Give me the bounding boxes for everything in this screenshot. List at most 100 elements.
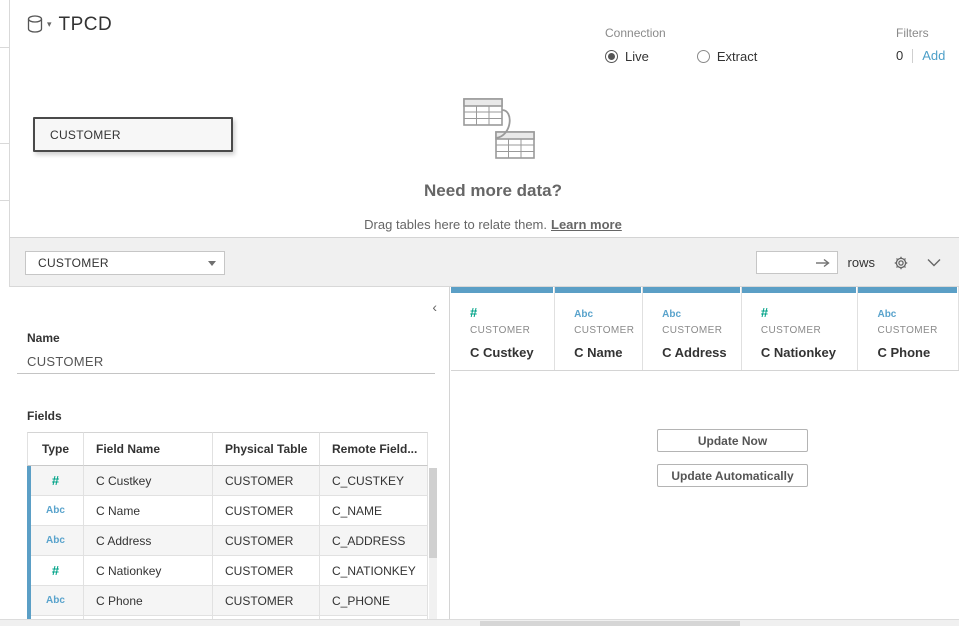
- column-table-label: CUSTOMER: [662, 325, 741, 336]
- column-table-label: CUSTOMER: [877, 325, 958, 336]
- field-name-cell: C Name: [84, 496, 213, 526]
- col-header-physical-table[interactable]: Physical Table: [213, 432, 320, 466]
- learn-more-link[interactable]: Learn more: [551, 217, 622, 232]
- gear-icon: [893, 255, 909, 271]
- column-field-label: C Nationkey: [761, 345, 858, 360]
- physical-table-cell: CUSTOMER: [213, 496, 320, 526]
- fields-table-scrollbar[interactable]: [429, 468, 437, 619]
- remote-field-cell: C_CUSTKEY: [320, 466, 428, 496]
- empty-state-title: Need more data?: [283, 181, 703, 201]
- table-row[interactable]: Abc C Address CUSTOMER C_ADDRESS: [27, 526, 428, 556]
- logical-table-customer[interactable]: CUSTOMER: [33, 117, 233, 152]
- datasource-header: ▾ TPCD: [27, 14, 112, 36]
- column-table-label: CUSTOMER: [761, 325, 858, 336]
- column-table-label: CUSTOMER: [574, 325, 642, 336]
- column-accent-bar: [858, 287, 957, 293]
- col-header-field-name[interactable]: Field Name: [84, 432, 213, 466]
- field-type-icon: #: [52, 563, 59, 578]
- filters-label: Filters: [896, 26, 945, 40]
- grid-column-header[interactable]: Abc CUSTOMER C Phone: [858, 287, 959, 370]
- col-header-type[interactable]: Type: [27, 432, 84, 466]
- fields-label: Fields: [27, 409, 62, 423]
- database-icon[interactable]: ▾: [27, 15, 52, 35]
- field-type-icon: Abc: [662, 309, 681, 320]
- field-name-cell: C Custkey: [84, 466, 213, 496]
- collapsed-connections-rail[interactable]: [0, 0, 10, 287]
- scrollbar-thumb[interactable]: [480, 621, 740, 626]
- physical-table-cell: CUSTOMER: [213, 556, 320, 586]
- table-select-dropdown[interactable]: CUSTOMER: [25, 251, 225, 275]
- relate-tables-icon: [440, 96, 540, 169]
- divider: [912, 49, 913, 63]
- radio-live-label: Live: [625, 49, 649, 64]
- table-details-toolbar: CUSTOMER rows: [10, 238, 959, 287]
- radio-unselected-icon: [697, 50, 710, 63]
- connection-label: Connection: [605, 26, 757, 40]
- field-type-icon: #: [761, 305, 768, 320]
- remote-field-cell: C_PHONE: [320, 586, 428, 616]
- radio-extract[interactable]: Extract: [697, 49, 757, 64]
- collapse-grid-button[interactable]: [927, 258, 941, 267]
- table-row[interactable]: # C Nationkey CUSTOMER C_NATIONKEY: [27, 556, 428, 586]
- field-type-icon: Abc: [574, 309, 593, 320]
- empty-state-subtitle: Drag tables here to relate them. Learn mo…: [183, 217, 803, 232]
- radio-live[interactable]: Live: [605, 49, 649, 64]
- table-name-input[interactable]: CUSTOMER: [17, 349, 435, 374]
- field-type-icon: Abc: [46, 595, 65, 606]
- column-field-label: C Custkey: [470, 345, 554, 360]
- connection-block: Connection Live Extract: [605, 26, 757, 64]
- radio-selected-icon: [605, 50, 618, 63]
- filters-block: Filters 0 Add: [896, 26, 945, 63]
- table-row[interactable]: # C Custkey CUSTOMER C_CUSTKEY: [27, 466, 428, 496]
- grid-column-header[interactable]: # CUSTOMER C Nationkey: [742, 287, 859, 370]
- update-automatically-button[interactable]: Update Automatically: [657, 464, 808, 487]
- field-type-icon: Abc: [877, 309, 896, 320]
- col-header-remote-field[interactable]: Remote Field...: [320, 432, 428, 466]
- column-field-label: C Address: [662, 345, 741, 360]
- chevron-down-icon: [927, 258, 941, 267]
- filters-count: 0: [896, 48, 903, 63]
- update-now-button[interactable]: Update Now: [657, 429, 808, 452]
- remote-field-cell: C_NATIONKEY: [320, 556, 428, 586]
- row-count-input[interactable]: [756, 251, 838, 274]
- physical-table-cell: CUSTOMER: [213, 526, 320, 556]
- datasource-title[interactable]: TPCD: [59, 14, 113, 36]
- field-type-icon: Abc: [46, 505, 65, 516]
- data-grid-pane: # CUSTOMER C Custkey Abc CUSTOMER C Name…: [451, 287, 959, 619]
- fields-table: Type Field Name Physical Table Remote Fi…: [27, 432, 437, 619]
- table-details-panel: ‹ Name CUSTOMER Fields Type Field Name P…: [0, 287, 450, 619]
- empty-state-text: Drag tables here to relate them.: [364, 217, 547, 232]
- rail-separator: [0, 200, 10, 201]
- table-row[interactable]: Abc C Phone CUSTOMER C_PHONE: [27, 586, 428, 616]
- table-select-value: CUSTOMER: [38, 256, 109, 270]
- name-label: Name: [27, 331, 60, 345]
- column-accent-bar: [643, 287, 740, 293]
- rows-label: rows: [848, 255, 875, 270]
- radio-extract-label: Extract: [717, 49, 757, 64]
- selected-rows-accent-bar: [27, 466, 31, 619]
- table-row[interactable]: Abc C Name CUSTOMER C_NAME: [27, 496, 428, 526]
- grid-column-header[interactable]: Abc CUSTOMER C Address: [643, 287, 742, 370]
- fields-table-header: Type Field Name Physical Table Remote Fi…: [27, 432, 428, 466]
- logical-table-label: CUSTOMER: [50, 128, 121, 142]
- field-name-cell: C Nationkey: [84, 556, 213, 586]
- column-accent-bar: [742, 287, 857, 293]
- field-name-cell: C Address: [84, 526, 213, 556]
- filters-add-link[interactable]: Add: [922, 48, 945, 63]
- grid-column-header[interactable]: Abc CUSTOMER C Name: [555, 287, 643, 370]
- chevron-down-icon: ▾: [47, 19, 52, 30]
- grid-column-header[interactable]: # CUSTOMER C Custkey: [451, 287, 555, 370]
- arrow-right-icon: [815, 258, 831, 268]
- data-grid-settings-button[interactable]: [893, 255, 909, 271]
- column-accent-bar: [555, 287, 641, 293]
- field-type-icon: #: [52, 473, 59, 488]
- field-type-icon: Abc: [46, 535, 65, 546]
- column-table-label: CUSTOMER: [470, 325, 554, 336]
- horizontal-scrollbar[interactable]: [0, 619, 959, 626]
- scrollbar-thumb[interactable]: [429, 468, 437, 558]
- physical-table-cell: CUSTOMER: [213, 586, 320, 616]
- collapse-panel-icon[interactable]: ‹: [432, 299, 437, 315]
- field-name-cell: C Phone: [84, 586, 213, 616]
- physical-table-cell: CUSTOMER: [213, 466, 320, 496]
- rail-separator: [0, 47, 10, 48]
